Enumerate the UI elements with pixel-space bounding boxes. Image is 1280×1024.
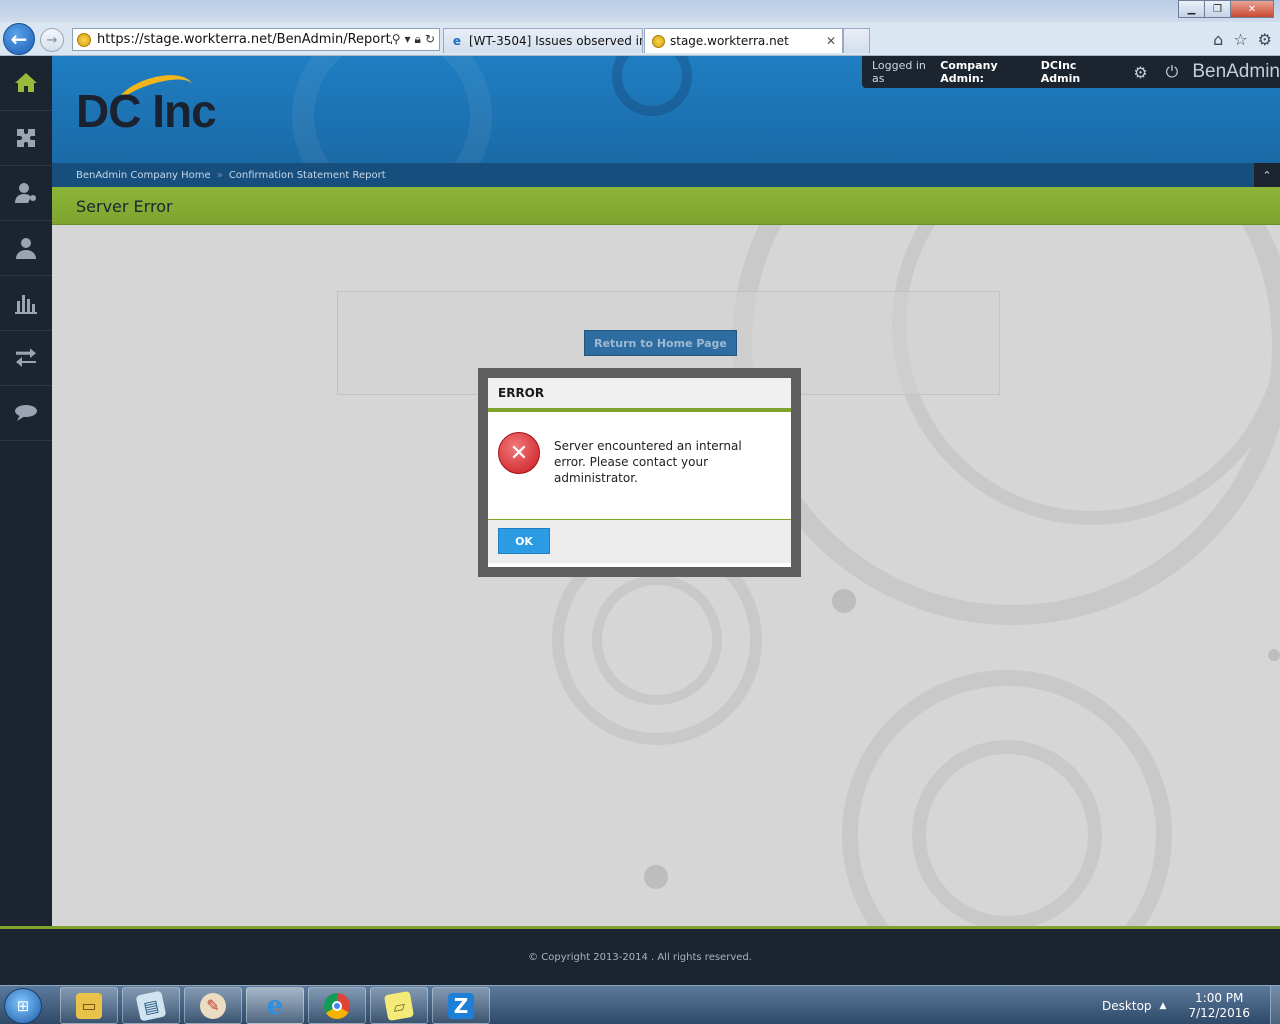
ie-icon: e xyxy=(452,34,462,48)
lock-icon[interactable]: 🔒︎ xyxy=(415,32,421,47)
user-icon xyxy=(16,238,36,259)
browser-chrome: ▁ ❐ ✕ ← → https://stage.workterra.net/Be… xyxy=(0,0,1280,56)
clock-date: 7/12/2016 xyxy=(1188,1005,1250,1020)
taskbar-sticky-notes[interactable]: ▱ xyxy=(370,987,428,1024)
z-app-icon: Z xyxy=(448,992,474,1019)
start-button[interactable]: ⊞ xyxy=(4,988,42,1024)
paint-palette-icon: ✎ xyxy=(200,992,226,1019)
minimize-icon[interactable]: ▁ xyxy=(1178,0,1205,18)
site-favicon-icon xyxy=(651,34,665,48)
sidebar-item-home[interactable] xyxy=(0,56,52,111)
breadcrumb-item-home[interactable]: BenAdmin Company Home xyxy=(76,170,211,181)
settings-gear-icon[interactable]: ⚙ xyxy=(1258,30,1272,49)
sidebar-item-messages[interactable] xyxy=(0,386,52,441)
page-title-bar: Server Error xyxy=(52,187,1280,225)
taskbar-paint[interactable]: ✎ xyxy=(184,987,242,1024)
clock[interactable]: 1:00 PM 7/12/2016 xyxy=(1188,991,1250,1021)
back-button[interactable]: ← xyxy=(3,23,35,55)
tab-jira[interactable]: e [WT-3504] Issues observed in B... xyxy=(443,28,643,53)
user-panel: Logged in as Company Admin: DCInc Admin … xyxy=(862,56,1280,88)
chrome-icon xyxy=(324,992,350,1019)
close-tab-icon[interactable]: ✕ xyxy=(818,34,836,48)
page-title: Server Error xyxy=(76,197,173,216)
taskbar-ie[interactable]: e xyxy=(246,987,304,1024)
show-desktop-button[interactable] xyxy=(1270,986,1280,1024)
user-settings-icon xyxy=(15,183,36,203)
bar-chart-icon xyxy=(15,295,37,314)
sidebar-item-transfer[interactable] xyxy=(0,331,52,386)
favorites-star-icon[interactable]: ☆ xyxy=(1233,30,1247,49)
collapse-header-icon[interactable]: ⌃ xyxy=(1254,163,1280,187)
dialog-footer: OK xyxy=(488,520,791,563)
error-dialog-frame: ERROR ✕ Server encountered an internal e… xyxy=(478,368,801,577)
taskbar-notepad[interactable]: ▤ xyxy=(122,987,180,1024)
taskbar-z-app[interactable]: Z xyxy=(432,987,490,1024)
tab-stage[interactable]: stage.workterra.net ✕ xyxy=(644,28,843,53)
left-sidebar xyxy=(0,56,52,926)
user-name: DCInc Admin xyxy=(1040,59,1081,85)
brand-name: BenAdmin xyxy=(1192,61,1280,82)
puzzle-icon xyxy=(17,129,35,147)
close-window-icon[interactable]: ✕ xyxy=(1230,0,1274,18)
sidebar-item-reports[interactable] xyxy=(0,276,52,331)
breadcrumb: BenAdmin Company Home » Confirmation Sta… xyxy=(52,163,1280,187)
desktop-toolbar[interactable]: Desktop xyxy=(1102,999,1152,1013)
taskbar-chrome[interactable] xyxy=(308,987,366,1024)
ie-icon: e xyxy=(266,990,284,1021)
company-logo: DC Inc xyxy=(76,85,217,137)
dropdown-icon[interactable]: ▾ xyxy=(405,32,411,47)
home-icon[interactable]: ⌂ xyxy=(1213,30,1223,49)
return-home-button[interactable]: Return to Home Page xyxy=(584,330,737,356)
sidebar-item-setup[interactable] xyxy=(0,111,52,166)
dialog-body: ✕ Server encountered an internal error. … xyxy=(488,412,791,520)
address-bar[interactable]: https://stage.workterra.net/BenAdmin/Rep… xyxy=(72,28,440,51)
error-message: Server encountered an internal error. Pl… xyxy=(554,439,742,485)
sticky-notes-icon: ▱ xyxy=(383,990,415,1021)
sidebar-item-employees[interactable] xyxy=(0,166,52,221)
role-label: Company Admin: xyxy=(940,59,998,85)
error-dialog: ERROR ✕ Server encountered an internal e… xyxy=(488,378,791,567)
window-title-strip: ▁ ❐ ✕ xyxy=(0,0,1280,22)
address-url: https://stage.workterra.net/BenAdmin/Rep… xyxy=(97,32,392,47)
page-footer: © Copyright 2013-2014 . All rights reser… xyxy=(0,926,1280,985)
system-tray: Desktop ▲ 1:00 PM 7/12/2016 xyxy=(1102,986,1280,1024)
power-icon[interactable]: ⏻ xyxy=(1166,62,1179,82)
forward-button[interactable]: → xyxy=(40,28,64,52)
breadcrumb-item-report[interactable]: Confirmation Statement Report xyxy=(229,170,386,181)
folder-icon: ▭ xyxy=(76,992,102,1019)
notepad-icon: ▤ xyxy=(135,990,167,1021)
copyright-text: © Copyright 2013-2014 . All rights reser… xyxy=(528,951,752,963)
home-icon xyxy=(15,73,37,92)
tab-label: stage.workterra.net xyxy=(670,34,789,48)
tab-label: [WT-3504] Issues observed in B... xyxy=(469,34,642,48)
site-favicon-icon xyxy=(77,32,91,47)
window-controls: ▁ ❐ ✕ xyxy=(1178,0,1274,18)
breadcrumb-separator: » xyxy=(216,169,223,181)
ok-button[interactable]: OK xyxy=(498,528,550,554)
clock-time: 1:00 PM xyxy=(1195,990,1244,1005)
transfer-arrows-icon xyxy=(16,348,36,367)
taskbar-explorer[interactable]: ▭ xyxy=(60,987,118,1024)
sidebar-item-user[interactable] xyxy=(0,221,52,276)
chat-bubble-icon xyxy=(15,405,37,421)
windows-taskbar: ⊞ ▭ ▤ ✎ e ▱ Z Desktop ▲ 1:00 PM 7/12/201… xyxy=(0,985,1280,1024)
error-x-icon: ✕ xyxy=(498,432,540,474)
search-icon[interactable]: ⚲ xyxy=(392,32,401,47)
new-tab-button[interactable] xyxy=(843,28,870,53)
settings-gear-icon[interactable]: ⚙ xyxy=(1133,63,1147,82)
show-hidden-icons-icon[interactable]: ▲ xyxy=(1160,1001,1167,1011)
logged-in-label: Logged in as xyxy=(872,59,926,85)
app-header: DC Inc Logged in as Company Admin: DCInc… xyxy=(52,56,1280,163)
restore-icon[interactable]: ❐ xyxy=(1204,0,1231,18)
refresh-icon[interactable]: ↻ xyxy=(425,32,435,47)
dialog-title: ERROR xyxy=(488,378,791,412)
